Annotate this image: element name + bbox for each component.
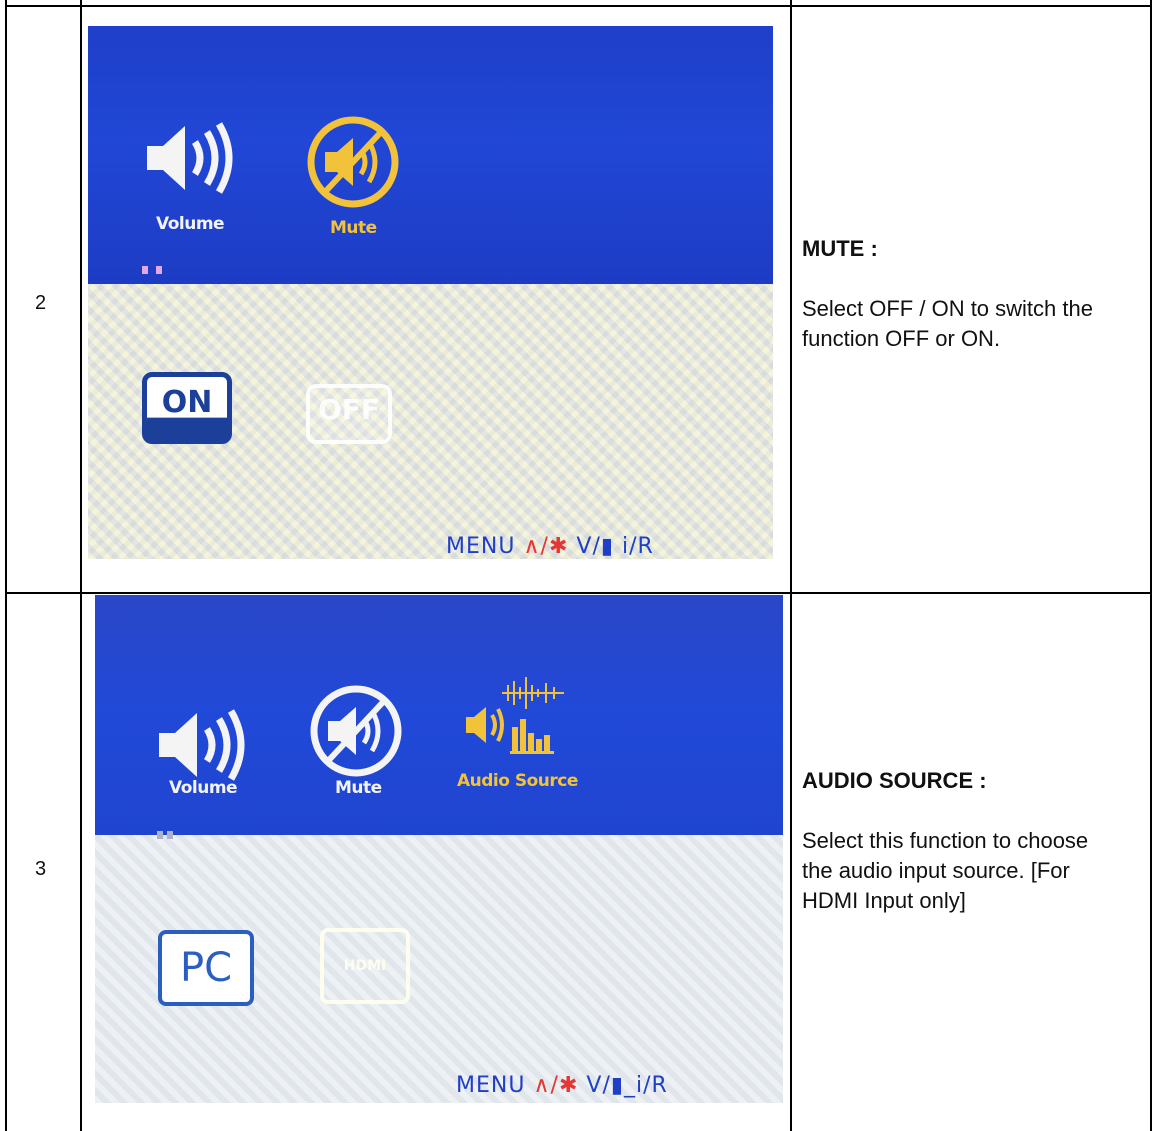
table-border-top	[5, 5, 1152, 7]
volume-label: Volume	[169, 778, 238, 798]
option-off-button[interactable]: OFF	[306, 384, 392, 444]
mute-label: Mute	[330, 218, 377, 238]
section-body: Select OFF / ON to switch the function O…	[802, 296, 1093, 351]
table-border-col2	[790, 0, 792, 1131]
section-body: Select this function to choose the audio…	[802, 828, 1089, 913]
speaker-volume-icon	[147, 122, 233, 194]
mute-icon	[310, 685, 402, 777]
mute-label: Mute	[335, 778, 382, 798]
page-indicator	[167, 831, 173, 839]
row-description: MUTE : Select OFF / ON to switch the fun…	[802, 234, 1122, 354]
osd-footer-controls: MENU ∧/✱ V/▮_i/R	[456, 1073, 668, 1098]
volume-label: Volume	[156, 214, 225, 234]
option-hdmi-button[interactable]: HDMI	[320, 928, 410, 1004]
audio-source-label: Audio Source	[457, 771, 578, 791]
page-indicator	[156, 266, 162, 274]
page-indicator	[157, 831, 163, 839]
option-pc-button[interactable]: PC	[158, 930, 254, 1006]
page-indicator	[142, 266, 148, 274]
row-number: 2	[35, 292, 47, 314]
table-row-divider	[5, 592, 1152, 594]
osd-screenshot-audio-source: Volume Mute Audio Source PC HDMI MENU ∧/…	[95, 595, 783, 1103]
table-border-col1	[80, 0, 82, 1131]
audio-source-icon	[466, 677, 564, 754]
option-on-button[interactable]: ON	[142, 372, 232, 444]
section-heading: MUTE :	[802, 236, 878, 261]
osd-footer-controls: MENU ∧/✱ V/▮ i/R	[446, 534, 654, 559]
speaker-volume-icon	[159, 709, 245, 781]
osd-screenshot-mute: Volume Mute ON OFF MENU ∧/✱ V/▮ i/R	[88, 26, 773, 559]
row-number: 3	[35, 858, 47, 880]
table-border-left	[5, 0, 7, 1131]
mute-icon	[307, 116, 399, 208]
row-description: AUDIO SOURCE : Select this function to c…	[802, 766, 1122, 916]
section-heading: AUDIO SOURCE :	[802, 768, 987, 793]
